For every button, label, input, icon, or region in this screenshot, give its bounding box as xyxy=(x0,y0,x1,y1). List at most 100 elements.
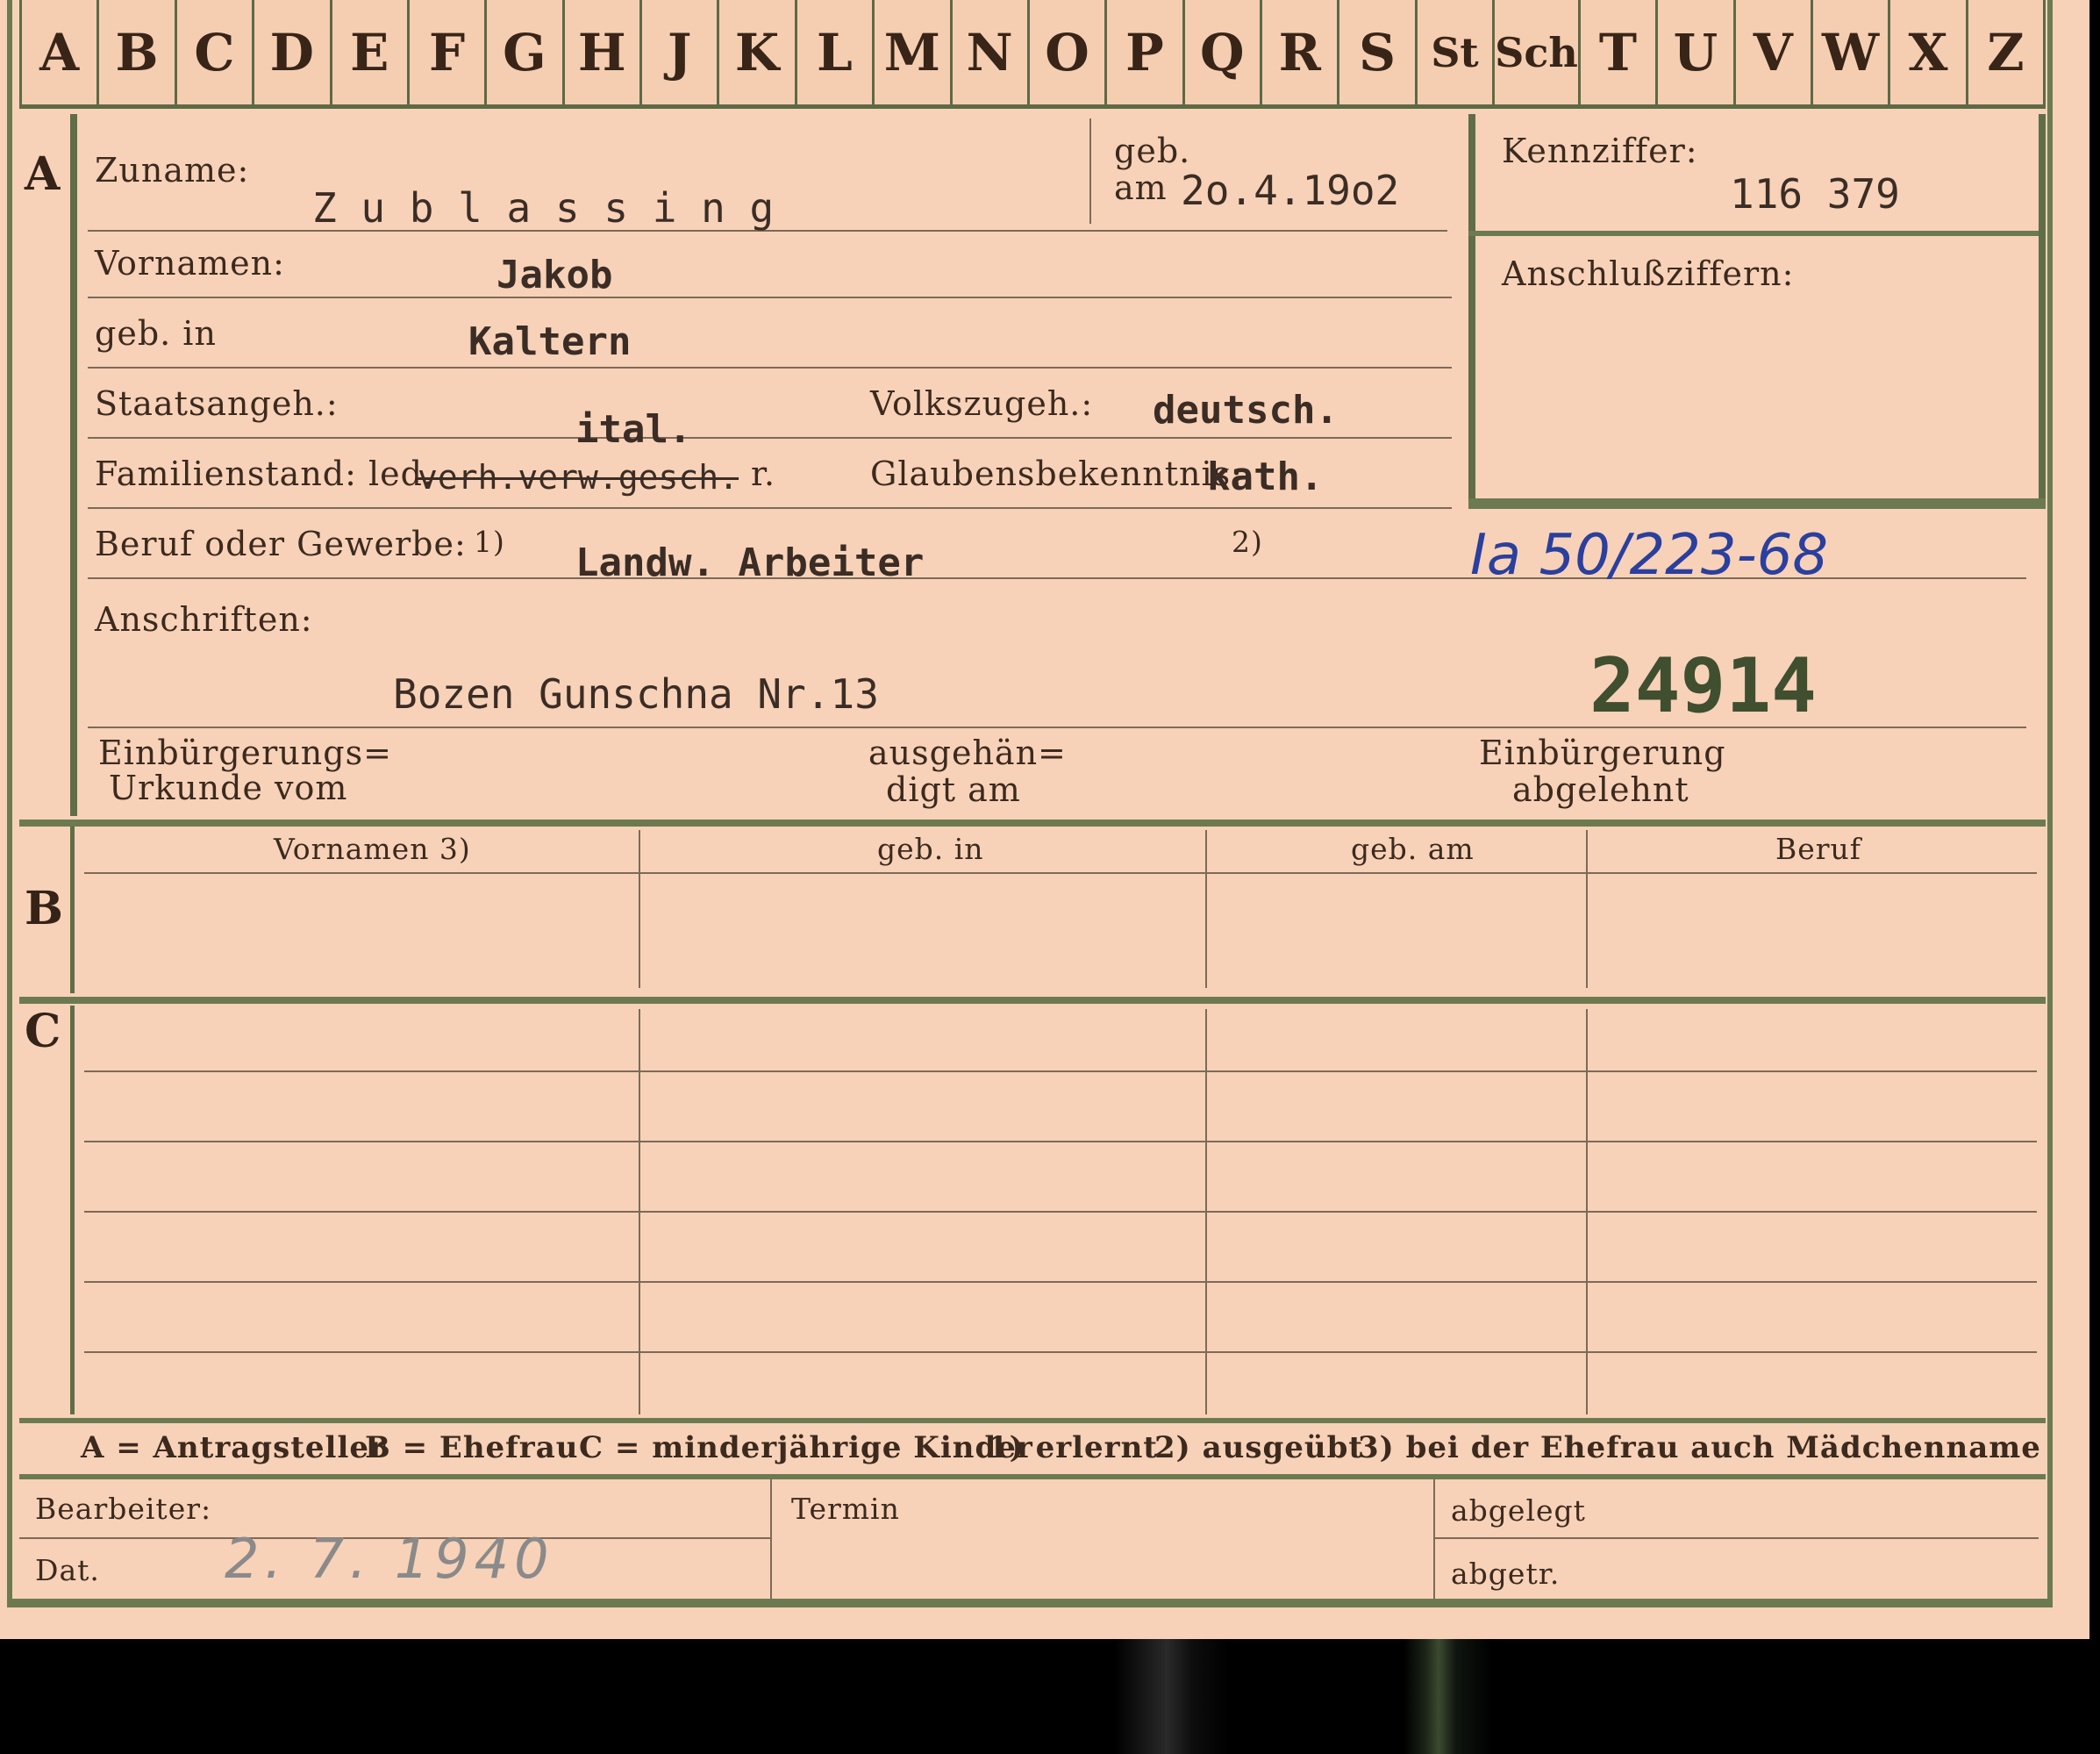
index-letter-o: O xyxy=(1029,0,1108,109)
legend-note-2: 2) ausgeübt xyxy=(1154,1430,1364,1465)
value-surname: Z u b l a s s i n g xyxy=(312,184,775,232)
label-abgetr: abgetr. xyxy=(1451,1557,1561,1591)
value-address: Bozen Gunschna Nr.13 xyxy=(393,670,879,718)
rule-geb-divider xyxy=(1089,118,1091,224)
kennziffer-box-bottom-rule xyxy=(1468,498,2046,509)
index-letter-f: F xyxy=(409,0,488,109)
index-letter-sch: Sch xyxy=(1495,0,1581,109)
label-einbuergerung-urkunde-1: Einbürgerungs= xyxy=(98,734,392,772)
value-religion: kath. xyxy=(1207,455,1324,499)
kennziffer-divider xyxy=(1468,231,2039,236)
label-beruf: Beruf oder Gewerbe: xyxy=(95,525,467,563)
index-letter-j: J xyxy=(642,0,720,109)
label-einbuergerung-urkunde-2: Urkunde vom xyxy=(109,769,348,807)
index-letter-q: Q xyxy=(1184,0,1262,109)
label-einbuergerung-abgelehnt-1: Einbürgerung xyxy=(1479,734,1726,772)
label-geb-in: geb. in xyxy=(95,314,217,353)
index-letter-c: C xyxy=(176,0,255,109)
value-id-number: 116 379 xyxy=(1730,170,1900,218)
label-staatsangeh: Staatsangeh.: xyxy=(95,384,339,423)
handwritten-date: 2. 7. 1940 xyxy=(225,1527,554,1591)
row-rule-c-3 xyxy=(84,1211,2037,1213)
index-letter-l: L xyxy=(796,0,875,109)
row-rule-c-5 xyxy=(84,1351,2037,1353)
registration-card: A B C D E F G H J K L M N O P Q R S St Sch T U V W X Z A B C Zuna… xyxy=(0,0,2089,1639)
card-bottom-rule xyxy=(7,1599,2053,1607)
index-letter-e: E xyxy=(332,0,410,109)
index-letter-g: G xyxy=(487,0,565,109)
label-geb: geb. xyxy=(1114,132,1191,170)
index-letter-v: V xyxy=(1735,0,1813,109)
label-termin: Termin xyxy=(791,1492,900,1526)
header-geb-am-b: geb. am xyxy=(1351,832,1475,866)
label-familienstand: Familienstand: led. xyxy=(95,455,435,493)
index-letter-x: X xyxy=(1890,0,1968,109)
row-rule-c-2 xyxy=(84,1141,2037,1142)
index-letter-n: N xyxy=(952,0,1030,109)
label-ausgehaendigt-1: ausgehän= xyxy=(868,734,1067,772)
label-glaubensbekenntnis: Glaubensbekenntnis: xyxy=(870,455,1243,493)
index-letter-r: R xyxy=(1262,0,1340,109)
col-rule-b-3 xyxy=(1586,830,1588,988)
legend-b: B = Ehefrau xyxy=(365,1430,579,1465)
index-letter-w: W xyxy=(1812,0,1891,109)
index-letter-b: B xyxy=(99,0,177,109)
label-footnote-1: 1) xyxy=(474,525,505,559)
col-rule-b-2 xyxy=(1205,830,1207,988)
label-kennziffer: Kennziffer: xyxy=(1502,132,1698,170)
index-letter-st: St xyxy=(1417,0,1496,109)
section-a-left-rule xyxy=(70,114,77,816)
scan-background xyxy=(0,1639,2100,1754)
label-abgelegt: abgelegt xyxy=(1451,1493,1586,1528)
label-einbuergerung-abgelehnt-2: abgelehnt xyxy=(1512,770,1689,809)
label-dat: Dat. xyxy=(35,1553,100,1587)
value-given-names: Jakob xyxy=(496,253,613,297)
header-vornamen-b: Vornamen 3) xyxy=(274,832,471,866)
row-rule-c-1 xyxy=(84,1070,2037,1072)
index-letter-m: M xyxy=(875,0,953,109)
index-letter-a: A xyxy=(19,0,100,109)
stamp-number: 24914 xyxy=(1589,642,1817,730)
value-marital-struck: verh.verw.gesch. xyxy=(418,458,739,497)
legend-note-1: 1) erlernt xyxy=(988,1430,1159,1465)
legend-c: C = minderjährige Kinder xyxy=(579,1430,1033,1465)
label-anschlussziffern: Anschlußziffern: xyxy=(1502,254,1795,293)
index-letter-d: D xyxy=(254,0,332,109)
footer-row-rule-right xyxy=(1433,1537,2039,1539)
footer-col-rule-2 xyxy=(1433,1479,1435,1599)
legend-note-3: 3) bei der Ehefrau auch Mädchenname xyxy=(1358,1430,2041,1465)
value-birth-place: Kaltern xyxy=(468,319,632,364)
rule-geb-in xyxy=(88,367,1452,369)
index-letter-k: K xyxy=(719,0,797,109)
kennziffer-box-left-rule xyxy=(1468,114,1475,509)
label-zuname: Zuname: xyxy=(95,151,250,190)
label-ausgehaendigt-2: digt am xyxy=(886,770,1021,809)
section-b-marker: B xyxy=(25,882,63,935)
rule-vornamen xyxy=(88,297,1452,298)
label-footnote-2: 2) xyxy=(1232,525,1263,559)
value-birth-date: 2o.4.19o2 xyxy=(1181,167,1400,214)
index-letter-h: H xyxy=(564,0,642,109)
section-c-marker: C xyxy=(25,1005,61,1058)
label-volkszugeh: Volkszugeh.: xyxy=(870,384,1094,423)
index-letter-s: S xyxy=(1339,0,1418,109)
label-geb-am: am xyxy=(1114,168,1168,207)
index-letter-z: Z xyxy=(1968,0,2046,109)
row-rule-c-4 xyxy=(84,1281,2037,1283)
value-citizenship: ital. xyxy=(575,407,692,452)
header-geb-in-b: geb. in xyxy=(877,832,984,866)
legend-bottom-rule xyxy=(19,1474,2046,1479)
kennziffer-box-right-rule xyxy=(2039,114,2046,509)
rule-familienstand xyxy=(88,507,1452,509)
col-rule-b-1 xyxy=(639,830,640,988)
alphabet-index-strip: A B C D E F G H J K L M N O P Q R S St Sch T U V W X Z xyxy=(19,0,2046,109)
section-ab-divider xyxy=(19,820,2046,827)
value-occupation: Landw. Arbeiter xyxy=(575,541,925,585)
value-ethnicity: deutsch. xyxy=(1153,388,1339,433)
section-a-marker: A xyxy=(25,147,61,201)
rule-table-b-header xyxy=(84,872,2037,874)
section-c-left-rule xyxy=(70,1006,75,1414)
handwritten-file-reference: Ia 50/223-68 xyxy=(1470,523,1829,588)
index-letter-p: P xyxy=(1107,0,1185,109)
section-b-left-rule xyxy=(70,827,75,993)
